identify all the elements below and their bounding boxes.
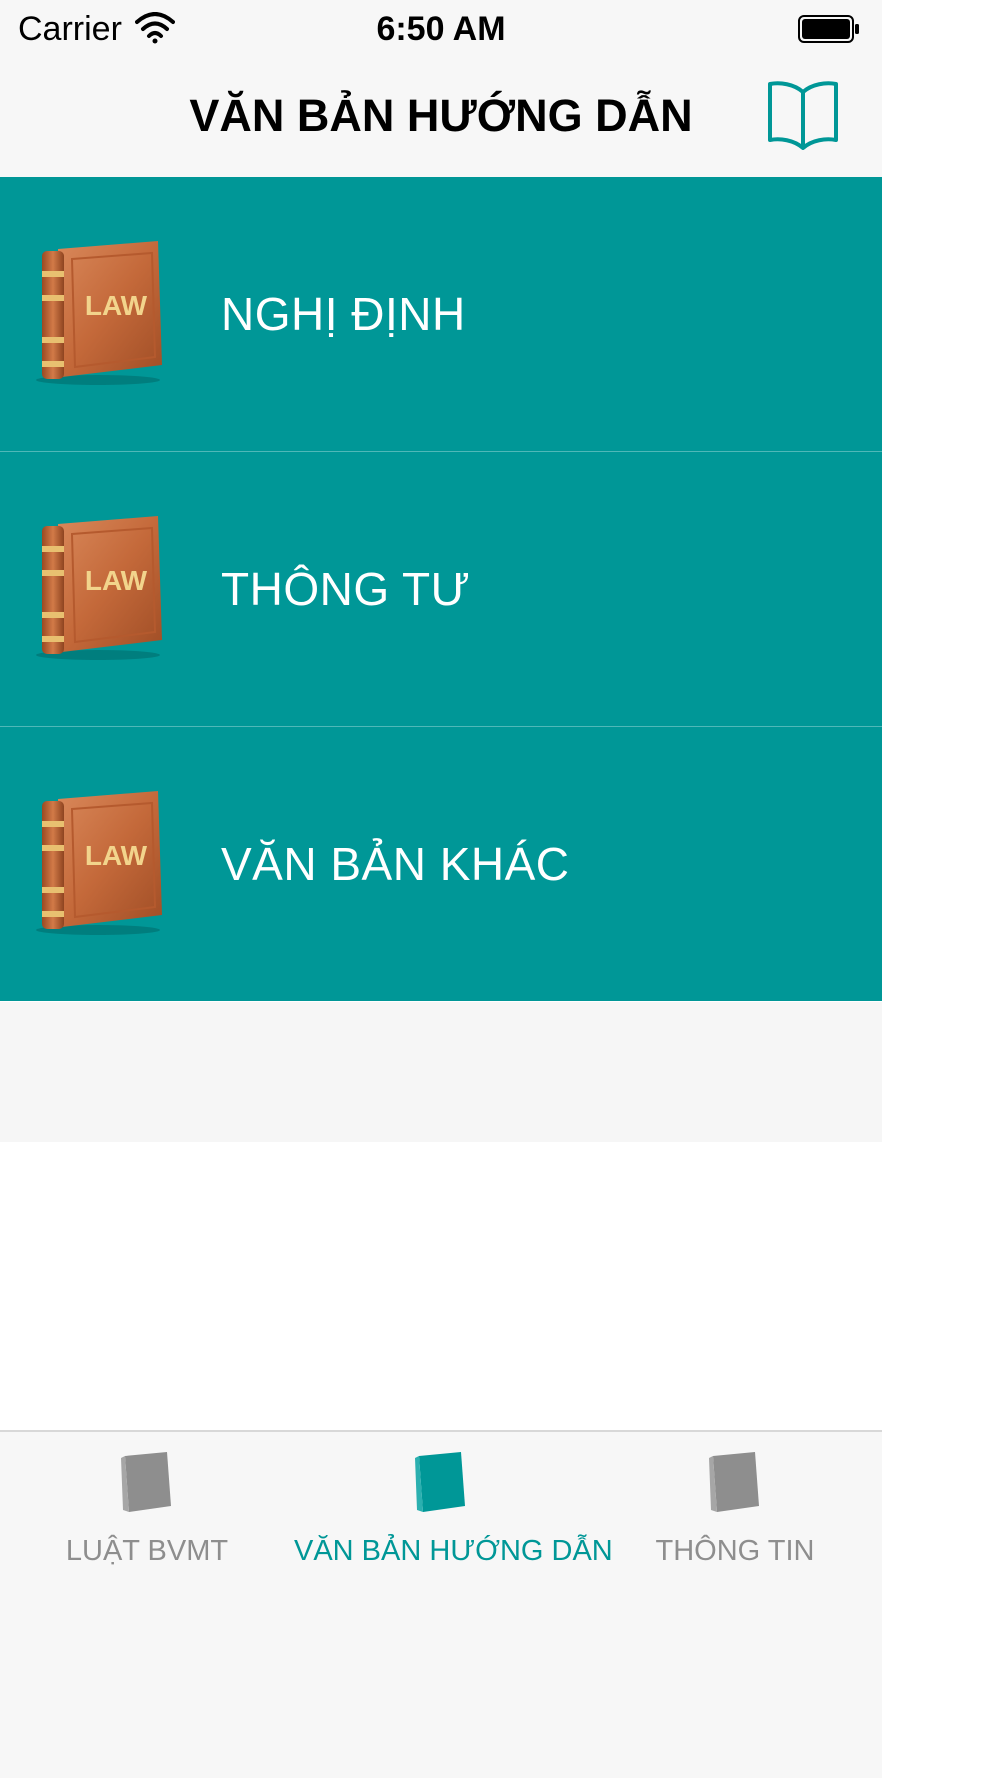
tab-van-ban-huong-dan[interactable]: VĂN BẢN HƯỚNG DẪN xyxy=(294,1432,613,1582)
navigation-bar: VĂN BẢN HƯỚNG DẪN xyxy=(0,62,882,177)
menu-item-label: VĂN BẢN KHÁC xyxy=(221,838,570,890)
menu-list: LAW NGHỊ ĐỊNH LAW THÔNG TƯ LAW VĂN BẢN K… xyxy=(0,177,882,1001)
menu-item-thong-tu[interactable]: LAW THÔNG TƯ xyxy=(0,452,882,727)
status-bar: Carrier 6:50 AM xyxy=(0,0,882,62)
book-open-icon[interactable] xyxy=(764,78,842,150)
tab-luat-bvmt[interactable]: LUẬT BVMT xyxy=(0,1432,294,1582)
law-book-icon: LAW xyxy=(28,237,168,387)
clock: 6:50 AM xyxy=(376,10,506,48)
app-screen: Carrier 6:50 AM VĂN BẢN HƯỚNG DẪN LAW NG… xyxy=(0,0,882,1778)
tab-label: LUẬT BVMT xyxy=(65,1535,229,1567)
book-icon xyxy=(709,1452,759,1512)
book-icon xyxy=(415,1452,465,1512)
menu-item-label: NGHỊ ĐỊNH xyxy=(221,288,466,340)
background-margin xyxy=(882,0,1000,1778)
battery-icon xyxy=(798,15,859,43)
menu-item-van-ban-khac[interactable]: LAW VĂN BẢN KHÁC xyxy=(0,727,882,1001)
tab-bar: LUẬT BVMT VĂN BẢN HƯỚNG DẪN THÔNG TIN xyxy=(0,1430,882,1778)
menu-item-nghi-dinh[interactable]: LAW NGHỊ ĐỊNH xyxy=(0,177,882,452)
law-book-icon: LAW xyxy=(28,787,168,937)
svg-text:LAW: LAW xyxy=(85,840,148,871)
menu-item-label: THÔNG TƯ xyxy=(221,563,471,615)
tab-label: VĂN BẢN HƯỚNG DẪN xyxy=(294,1535,613,1567)
tab-thong-tin[interactable]: THÔNG TIN xyxy=(588,1432,882,1582)
page-title: VĂN BẢN HƯỚNG DẪN xyxy=(189,90,693,141)
law-book-icon: LAW xyxy=(28,512,168,662)
tab-label: THÔNG TIN xyxy=(655,1535,815,1567)
book-icon xyxy=(121,1452,171,1512)
svg-text:LAW: LAW xyxy=(85,290,148,321)
svg-text:LAW: LAW xyxy=(85,565,148,596)
content-background xyxy=(0,1002,882,1142)
